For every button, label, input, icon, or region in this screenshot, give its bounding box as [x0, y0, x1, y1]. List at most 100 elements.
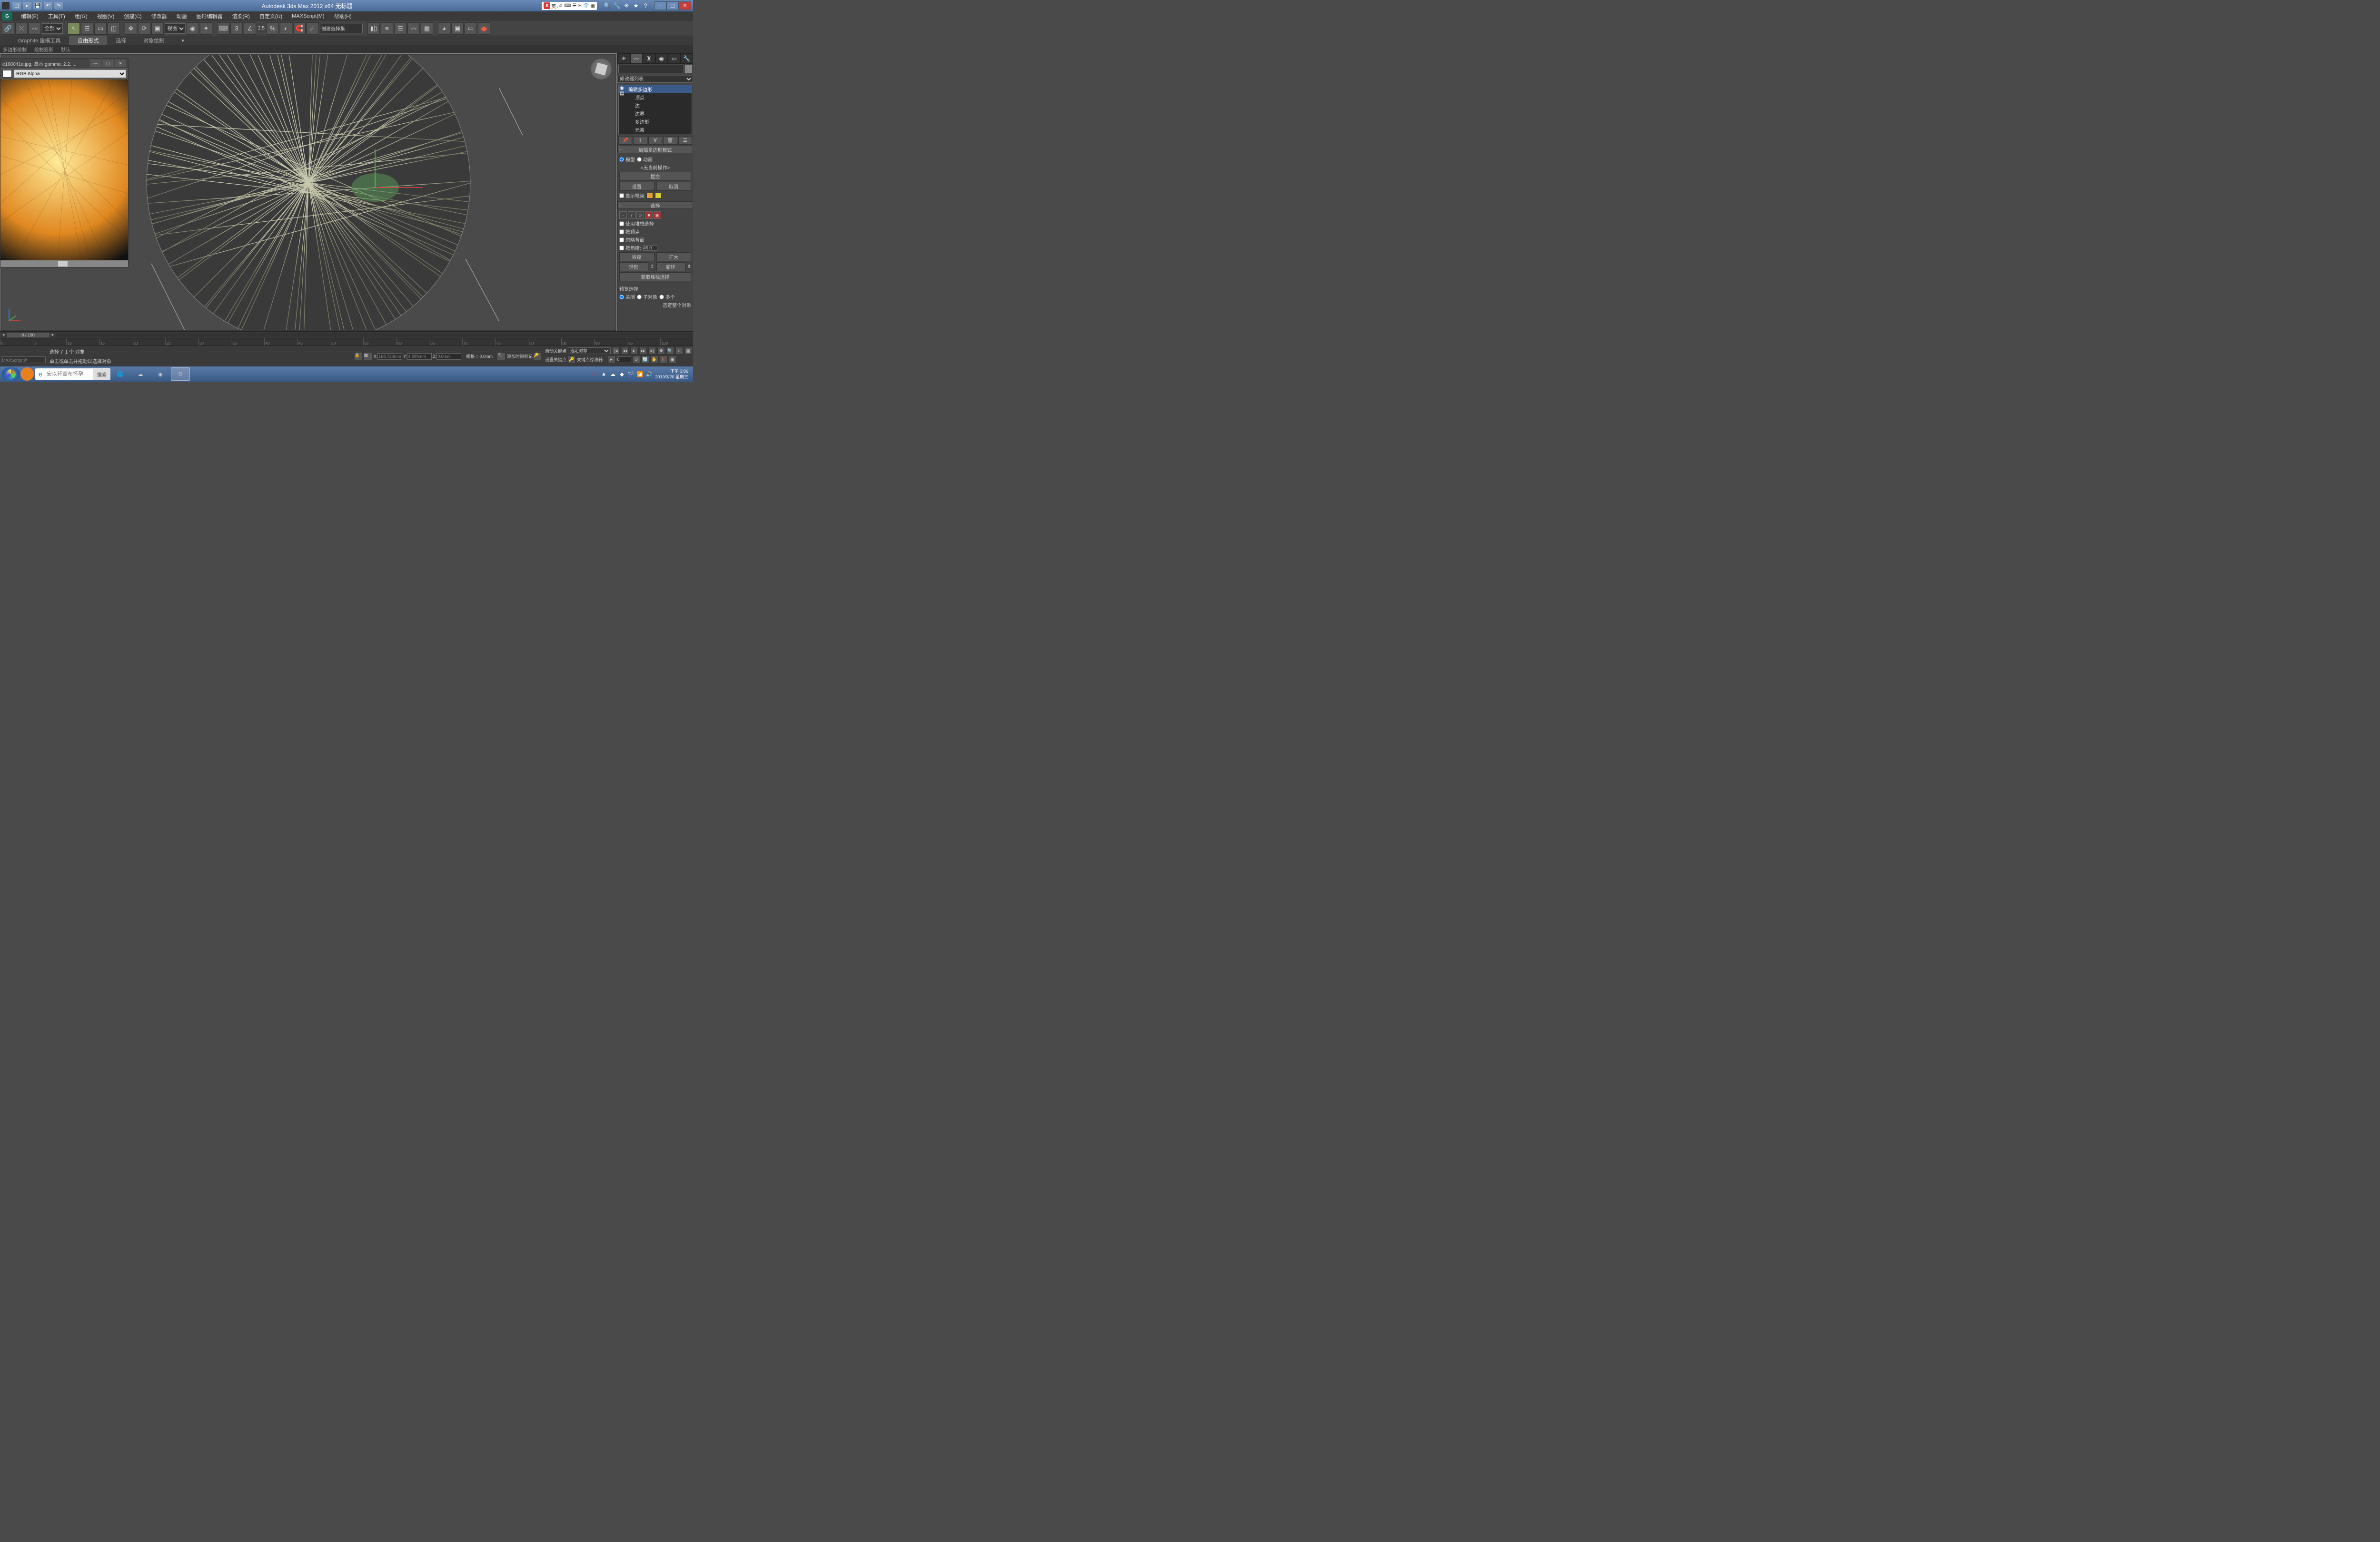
manipulate-icon[interactable]: ✦ [200, 22, 212, 35]
show-end-icon[interactable]: ‖ [633, 136, 647, 145]
render-icon[interactable]: 🫖 [478, 22, 490, 35]
curve-editor-icon[interactable]: 〰 [407, 22, 420, 35]
panel-hierarchy-icon[interactable]: ♜ [643, 53, 655, 64]
rotate-icon[interactable]: ⟳ [138, 22, 150, 35]
panel-motion-icon[interactable]: ◉ [655, 53, 668, 64]
nav-pan2-icon[interactable]: ✋ [651, 356, 658, 363]
coord-x-input[interactable] [377, 353, 402, 360]
pin-stack-icon[interactable]: 📌 [618, 136, 632, 145]
schematic-icon[interactable]: ▦ [421, 22, 433, 35]
nav-max-icon[interactable]: ▣ [669, 356, 676, 363]
settings-button[interactable]: 设置 [619, 182, 654, 191]
subobj-element-icon[interactable]: ▣ [654, 211, 661, 219]
app-menu-button[interactable]: G [2, 12, 12, 20]
menu-help[interactable]: 帮助(H) [329, 11, 357, 21]
nav-fov-icon[interactable]: ◐ [675, 347, 683, 355]
configure-icon[interactable]: ☰ [678, 136, 692, 145]
ribbon-toggle-icon[interactable]: ▾ [173, 37, 193, 45]
key-mode-icon[interactable]: ▸ [608, 356, 615, 363]
menu-rendering[interactable]: 渲染(R) [228, 11, 255, 21]
angle-snap-icon[interactable]: ∠ [244, 22, 256, 35]
keymode-dropdown[interactable]: 选定对象 [568, 347, 611, 354]
taskbar-pin-3dsmax[interactable]: G [171, 367, 190, 381]
rollout-selection[interactable]: -选择 [617, 201, 693, 209]
system-tray[interactable]: S ▲ ☁ ◆ 🏳 📶 🔊 [591, 371, 652, 377]
keyfilter-button[interactable]: 关键点过滤器... [577, 356, 606, 363]
remove-mod-icon[interactable]: 🗑 [663, 136, 677, 145]
lock-selection-icon[interactable]: 🔒 [355, 353, 362, 360]
scale-icon[interactable]: ▣ [151, 22, 164, 35]
menu-modifiers[interactable]: 修改器 [147, 11, 172, 21]
info-help-icon[interactable]: ? [642, 2, 649, 10]
goto-end-icon[interactable]: ▸| [648, 347, 656, 355]
qat-new-icon[interactable]: ▢ [12, 2, 21, 10]
unique-icon[interactable]: ∀ [648, 136, 662, 145]
ime-bar[interactable]: S 英 ,☺ ⌨ ☰ ✂ 👕 ▦ [542, 2, 597, 10]
cage-color-2[interactable] [655, 193, 662, 198]
menu-custom[interactable]: 自定义(U) [255, 11, 287, 21]
taskbar-clock[interactable]: 下午 3:06 2019/3/20 星期三 [652, 368, 691, 380]
close-button[interactable]: ✕ [679, 1, 691, 10]
goto-start-icon[interactable]: |◂ [612, 347, 620, 355]
rollout-edit-poly-mode[interactable]: -编辑多边形模式 [617, 146, 693, 153]
taskbar-search-button[interactable]: 搜索 [93, 369, 110, 380]
minimize-button[interactable]: — [654, 1, 666, 10]
next-frame-icon[interactable]: ▸▸ [639, 347, 647, 355]
ref-coord-dropdown[interactable]: 视图 [165, 23, 186, 34]
panel-modify-icon[interactable]: 〰 [630, 53, 643, 64]
panel-create-icon[interactable]: ☀ [617, 53, 630, 64]
time-config-icon[interactable]: ⏱ [633, 356, 640, 363]
taskbar-search-input[interactable] [46, 371, 93, 377]
qat-redo-icon[interactable]: ↷ [54, 2, 63, 10]
by-angle-checkbox[interactable]: 按角度: [619, 244, 641, 251]
material-editor-icon[interactable]: ◕ [438, 22, 450, 35]
object-name-input[interactable] [618, 65, 684, 73]
autokey-button[interactable]: 自动关键点 [545, 348, 566, 354]
edged-icon[interactable]: 🧲 [293, 22, 306, 35]
maxscript-listener-input[interactable] [1, 356, 46, 363]
iv-min-button[interactable]: — [90, 59, 101, 67]
stack-vertex[interactable]: 顶点 [619, 93, 692, 101]
qat-undo-icon[interactable]: ↶ [44, 2, 52, 10]
unlink-icon[interactable]: ⤫ [15, 22, 28, 35]
isolate-icon[interactable]: ▦ [364, 353, 372, 360]
info-key-icon[interactable]: 🔧 [613, 2, 621, 10]
current-frame-input[interactable] [617, 356, 631, 362]
play-icon[interactable]: ▸ [630, 347, 638, 355]
use-stack-sel-checkbox[interactable]: 使用堆栈选择 [619, 220, 654, 227]
snap-toggle-icon[interactable]: 3 [230, 22, 243, 35]
subobj-edge-icon[interactable]: / [628, 211, 635, 219]
preview-sub-radio[interactable]: 子对象 [637, 293, 657, 300]
track-bar[interactable]: 0510152025303540455055606570758085909510… [0, 338, 693, 346]
grow-button[interactable]: 扩大 [656, 252, 692, 261]
nav-walk-icon[interactable]: 🚶 [660, 356, 667, 363]
iv-close-button[interactable]: ✕ [115, 59, 126, 67]
ribbon-sub-default[interactable]: 默认 [61, 46, 70, 53]
ribbon-sub-paintdeform[interactable]: 绘制变形 [34, 46, 53, 53]
stack-polygon[interactable]: 多边形 [619, 118, 692, 126]
by-vertex-checkbox[interactable]: 按顶点 [619, 228, 640, 235]
menu-tools[interactable]: 工具(T) [43, 11, 70, 21]
ts-next-icon[interactable]: ▸ [50, 332, 56, 337]
object-color-swatch[interactable] [685, 65, 692, 73]
ribbon-tab-freeform[interactable]: 自由形式 [69, 36, 107, 45]
panel-utilities-icon[interactable]: 🔧 [681, 53, 694, 64]
bind-spacewarp-icon[interactable]: 〰 [29, 22, 41, 35]
spinner-snap-icon[interactable]: ◐ [280, 22, 292, 35]
nav-pan-icon[interactable]: ✥ [657, 347, 665, 355]
iv-channel-dropdown[interactable]: RGB Alpha [14, 69, 126, 78]
cage-color-1[interactable] [646, 193, 653, 198]
radio-anim[interactable]: 动画 [637, 156, 653, 163]
select-by-name-icon[interactable]: ☰ [81, 22, 93, 35]
subobj-border-icon[interactable]: ◇ [636, 211, 644, 219]
align-icon[interactable]: ≡ [381, 22, 393, 35]
show-cage-checkbox[interactable]: 显示框架 [619, 192, 645, 199]
link-icon[interactable]: 🔗 [2, 22, 14, 35]
axis-icon[interactable]: ☄ [307, 22, 319, 35]
named-selection-input[interactable] [320, 24, 363, 33]
nav-zoom-all-icon[interactable]: ▦ [684, 347, 692, 355]
iv-color-swatch[interactable] [2, 70, 12, 78]
prev-frame-icon[interactable]: ◂◂ [621, 347, 629, 355]
move-icon[interactable]: ✥ [125, 22, 137, 35]
mirror-icon[interactable]: ▮▯ [367, 22, 380, 35]
